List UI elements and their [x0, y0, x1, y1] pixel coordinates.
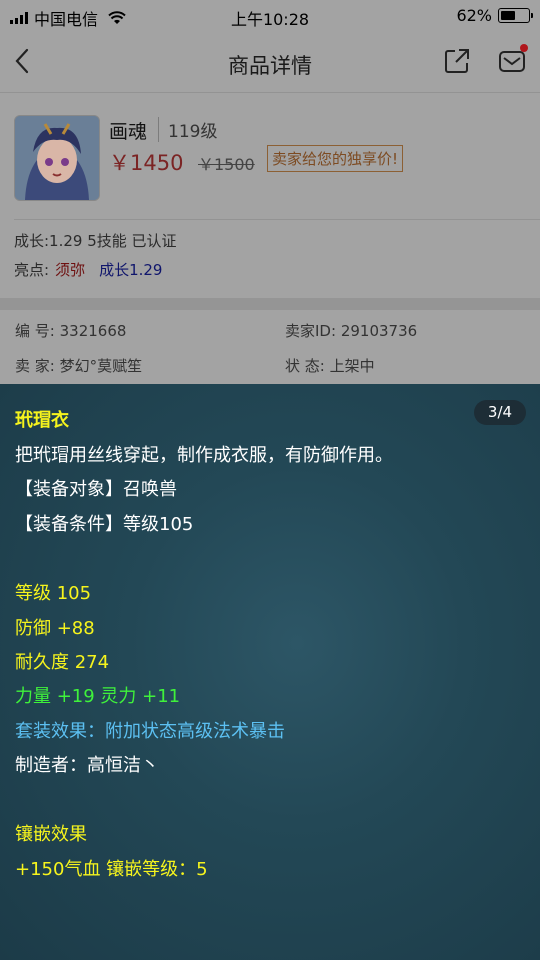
- pet-name: 画魂: [109, 121, 148, 143]
- maker: 制造者：高恒洁丶: [15, 755, 159, 776]
- battery-group: 62%: [456, 6, 533, 25]
- stat-durability: 耐久度 274: [15, 652, 110, 673]
- pet-avatar: [14, 115, 100, 201]
- equip-target: 【装备对象】召唤兽: [15, 479, 177, 500]
- inlay-detail: +150气血 镶嵌等级：5: [15, 859, 208, 880]
- seller: 卖 家: 梦幻°莫赋笙: [15, 355, 142, 376]
- page-indicator: 3/4: [474, 400, 526, 425]
- growth-summary: 成长:1.29 5技能 已认证: [14, 232, 177, 250]
- equip-condition: 【装备条件】等级105: [15, 514, 194, 535]
- section-gap: [0, 298, 540, 310]
- notification-dot: [520, 44, 528, 52]
- highlight-tag-2: 成长1.29: [99, 261, 163, 279]
- seller-id: 卖家ID: 29103736: [285, 320, 417, 341]
- exclusive-price-tag: 卖家给您的独享价!: [267, 145, 404, 172]
- original-price: ￥1500: [198, 155, 255, 174]
- stat-level: 等级 105: [15, 583, 92, 604]
- battery-icon: [498, 8, 533, 23]
- pet-level: 119级: [158, 117, 217, 142]
- listing-info: 编 号: 3321668 卖家ID: 29103736 卖 家: 梦幻°莫赋笙 …: [0, 310, 540, 385]
- share-icon[interactable]: [444, 48, 470, 74]
- status-label: 状 态:: [285, 357, 325, 375]
- listing-number-label: 编 号:: [15, 322, 55, 340]
- seller-id-label: 卖家ID:: [285, 322, 337, 340]
- status-bar: 中国电信 上午10:28 62%: [0, 0, 540, 32]
- highlight-tag-1: 须弥: [55, 261, 86, 279]
- stat-attributes: 力量 +19 灵力 +11: [15, 686, 181, 707]
- stat-defense: 防御 +88: [15, 618, 95, 639]
- battery-percent: 62%: [456, 6, 492, 25]
- set-effect: 套装效果：附加状态高级法术暴击: [15, 721, 285, 742]
- seller-label: 卖 家:: [15, 357, 55, 375]
- current-price: ￥1450: [109, 151, 184, 175]
- seller-id-value: 29103736: [340, 322, 418, 340]
- listing-status: 状 态: 上架中: [285, 355, 375, 376]
- status-value: 上架中: [329, 357, 375, 375]
- item-title: 玳瑁衣: [15, 410, 69, 431]
- divider: [14, 219, 540, 220]
- nav-bar: 商品详情: [0, 32, 540, 93]
- product-summary[interactable]: 画魂 119级 ￥1450 ￥1500 卖家给您的独享价! 成长:1.29 5技…: [0, 93, 540, 298]
- equipment-tooltip[interactable]: 3/4 玳瑁衣 把玳瑁用丝线穿起，制作成衣服，有防御作用。 【装备对象】召唤兽 …: [0, 384, 540, 960]
- highlights: 亮点: 须弥 成长1.29: [14, 259, 162, 280]
- highlight-label: 亮点:: [14, 261, 50, 279]
- mail-icon[interactable]: [498, 48, 526, 74]
- seller-value: 梦幻°莫赋笙: [59, 357, 143, 375]
- item-description: 把玳瑁用丝线穿起，制作成衣服，有防御作用。: [15, 445, 393, 466]
- inlay-title: 镶嵌效果: [15, 824, 87, 845]
- listing-number-value: 3321668: [59, 322, 127, 340]
- listing-number: 编 号: 3321668: [15, 320, 126, 341]
